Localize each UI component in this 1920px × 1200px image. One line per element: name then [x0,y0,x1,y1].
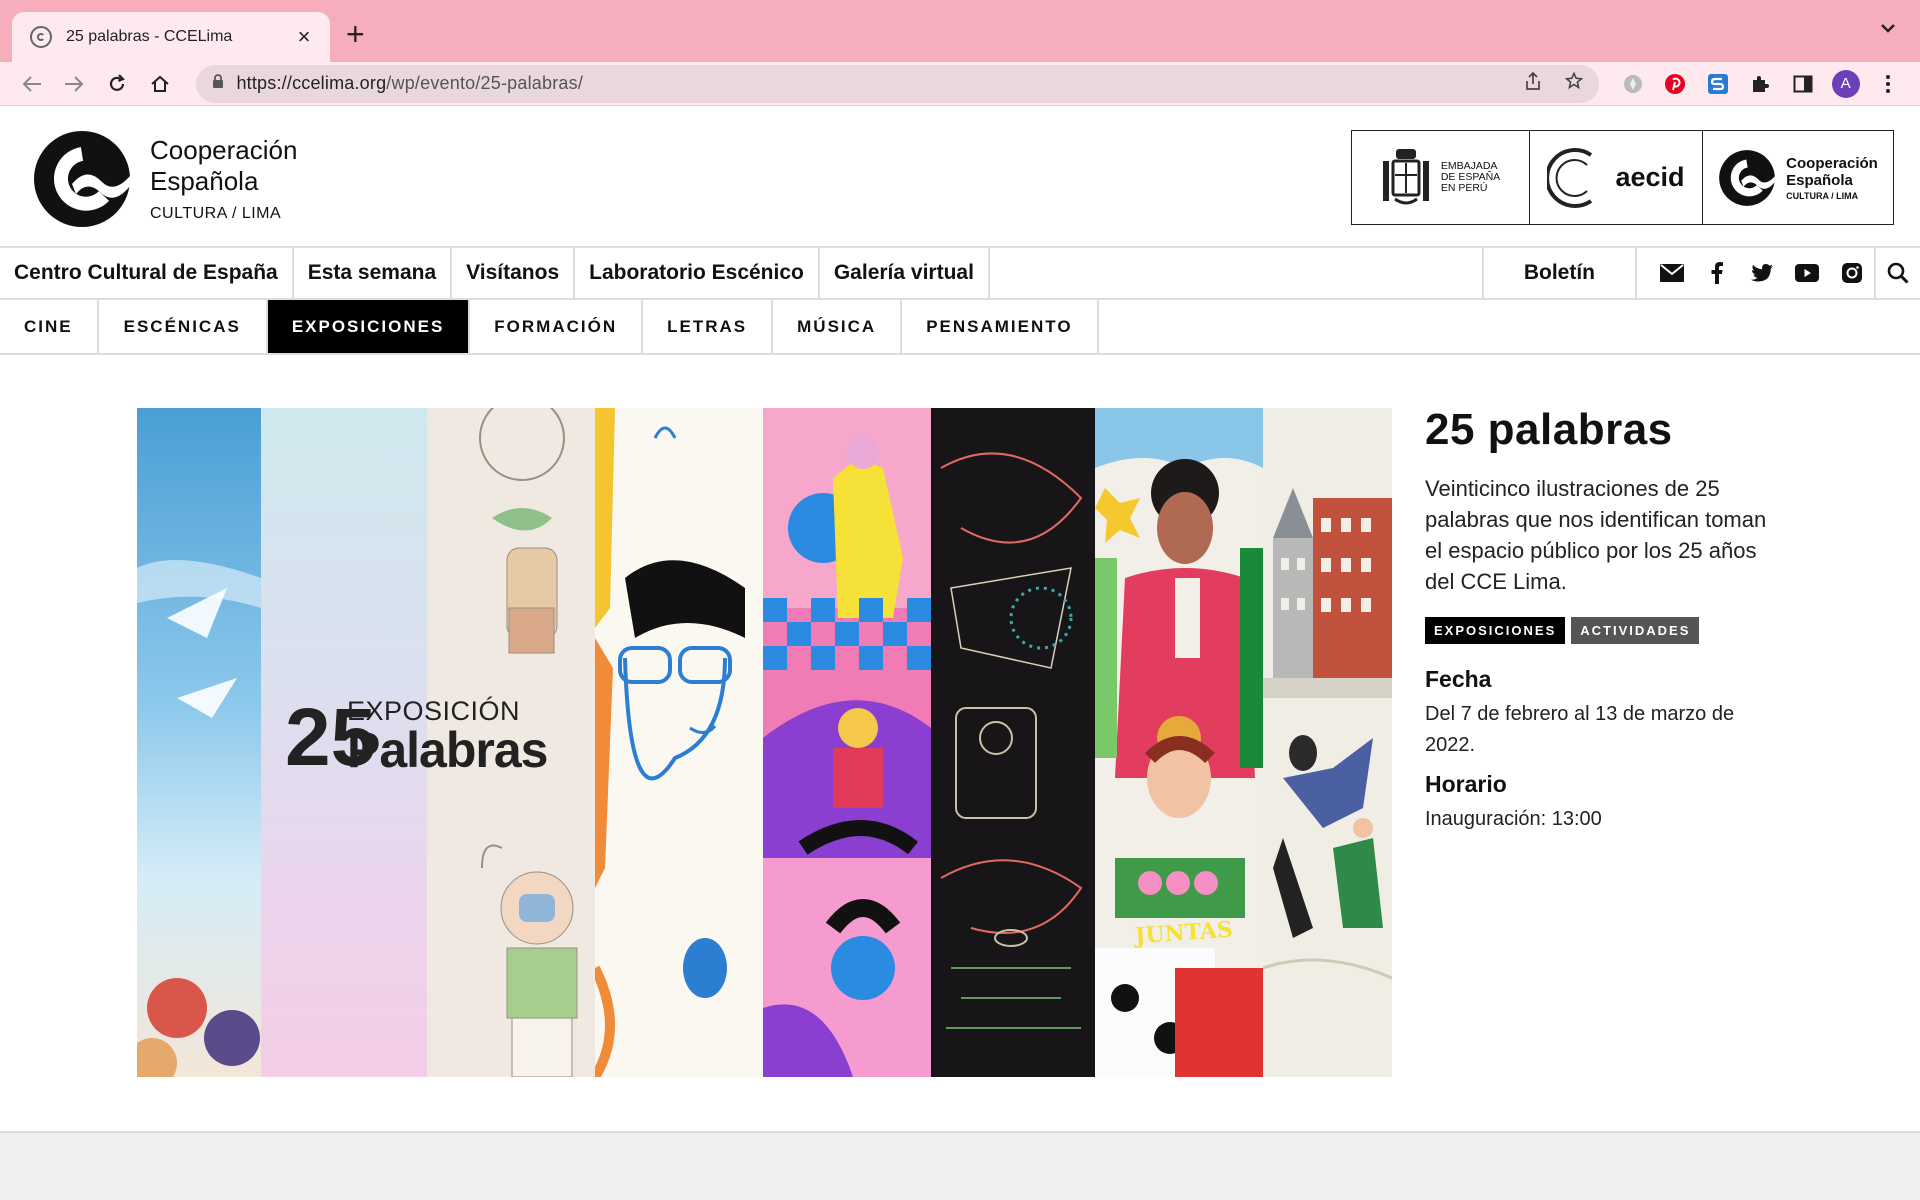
instagram-icon[interactable] [1829,247,1874,299]
social-links [1637,247,1920,299]
category-navigation: CINE ESCÉNICAS EXPOSICIONES FORMACIÓN LE… [0,300,1920,355]
illustration-sky-strip [137,408,261,1077]
logo-line2: Española [150,166,259,196]
bookmark-star-icon[interactable] [1564,71,1584,95]
extensions-puzzle-icon[interactable] [1741,64,1781,104]
twitter-icon[interactable] [1739,247,1784,299]
event-content: JUNTAS 25 EXPOSICIÓN Palabras 25 palabra… [0,355,1920,1130]
logo-line3: CULTURA / LIMA [150,205,282,222]
coop-line3: CULTURA / LIMA [1786,190,1859,201]
category-cine[interactable]: CINE [0,300,99,353]
illustration-city-strip [1263,408,1392,1077]
nav-item-visitanos[interactable]: Visítanos [452,248,576,298]
close-tab-icon[interactable]: × [292,24,316,50]
hero-line2: Palabras [347,722,548,778]
cooperacion-logo-icon [34,131,130,227]
coat-of-arms-icon [1382,148,1429,204]
aecid-c-icon [1547,147,1593,208]
nav-item-centro-cultural[interactable]: Centro Cultural de España [0,248,294,298]
event-title: 25 palabras [1425,405,1673,454]
home-icon[interactable] [140,64,180,104]
browser-tab[interactable]: 25 palabras - CCELima × [12,12,330,62]
coop-line1: Cooperación [1786,154,1878,172]
hero-number: 25 [285,692,377,783]
event-details: 25 palabras Veinticinco ilustraciones de… [1425,405,1785,835]
tab-title: 25 palabras - CCELima [66,28,233,45]
time-value: Inauguración: 13:00 [1425,808,1602,830]
profile-avatar[interactable]: A [1826,64,1866,104]
address-bar[interactable]: https://ccelima.org/wp/evento/25-palabra… [196,64,1599,103]
cooperacion-small-logo-icon [1719,149,1775,206]
event-hero-image: JUNTAS 25 EXPOSICIÓN Palabras [137,408,1392,1077]
facebook-icon[interactable] [1694,247,1739,299]
main-navigation: Centro Cultural de España Esta semana Vi… [0,246,1920,300]
event-description: Veinticinco ilustraciones de 25 palabras… [1425,476,1767,594]
nav-item-laboratorio-escenico[interactable]: Laboratorio Escénico [575,248,820,298]
embassy-logo[interactable]: EMBAJADA DE ESPAÑA EN PERÚ [1352,131,1530,224]
nav-item-esta-semana[interactable]: Esta semana [294,248,453,298]
category-escenicas[interactable]: ESCÉNICAS [99,300,268,353]
category-letras[interactable]: LETRAS [643,300,774,353]
time-heading: Horario [1425,771,1507,797]
illustration-colorful-strip [763,408,931,1077]
site-favicon-icon [30,26,52,48]
browser-toolbar: https://ccelima.org/wp/evento/25-palabra… [0,62,1920,106]
tag-exposiciones[interactable]: EXPOSICIONES [1425,617,1566,644]
category-formacion[interactable]: FORMACIÓN [470,300,644,353]
forward-icon[interactable] [55,64,95,104]
browser-menu-icon[interactable] [1868,64,1908,104]
browser-tab-bar: 25 palabras - CCELima × + [0,0,1920,62]
tag-actividades[interactable]: ACTIVIDADES [1571,617,1700,644]
logo-line1: Cooperación [150,135,298,165]
illustration-portrait-strip: JUNTAS [1095,408,1263,1077]
cooperacion-partner-logo[interactable]: Cooperación Española CULTURA / LIMA [1703,131,1893,224]
illustration-dark-strip [931,408,1095,1077]
youtube-icon[interactable] [1784,247,1829,299]
side-panel-icon[interactable] [1783,64,1823,104]
hero-title: 25 EXPOSICIÓN Palabras [285,692,548,783]
category-musica[interactable]: MÚSICA [773,300,903,353]
coop-line2: Española [1786,171,1853,189]
new-tab-icon[interactable]: + [346,16,365,53]
aecid-text: aecid [1615,162,1685,192]
partner-logos: EMBAJADA DE ESPAÑA EN PERÚ aecid Coopera… [1351,130,1894,225]
date-heading: Fecha [1425,666,1492,692]
footer-band [0,1131,1920,1200]
reload-icon[interactable] [97,64,137,104]
lock-icon [212,73,224,94]
share-icon[interactable] [1525,71,1541,95]
aecid-logo[interactable]: aecid [1530,131,1703,224]
site-logo[interactable]: Cooperación Española CULTURA / LIMA [32,124,297,234]
date-value: Del 7 de febrero al 13 de marzo de 2022. [1425,703,1735,756]
category-exposiciones[interactable]: EXPOSICIONES [267,300,471,353]
back-icon[interactable] [12,64,52,104]
illustration-face-strip [595,408,763,1077]
url-text: https://ccelima.org/wp/evento/25-palabra… [236,73,584,93]
email-icon[interactable] [1649,247,1694,299]
site-header: Cooperación Española CULTURA / LIMA EMBA… [0,106,1920,246]
search-icon[interactable] [1874,247,1920,299]
s-extension-icon[interactable] [1698,64,1738,104]
event-tags: EXPOSICIONES ACTIVIDADES [1425,617,1785,644]
nav-item-boletin[interactable]: Boletín [1484,248,1637,298]
category-pensamiento[interactable]: PENSAMIENTO [902,300,1099,353]
embassy-line3: EN PERÚ [1440,182,1488,194]
tab-search-chevron-icon[interactable] [1880,20,1896,38]
extension-grey-icon[interactable] [1613,64,1653,104]
nav-item-galeria-virtual[interactable]: Galería virtual [820,248,990,298]
pinterest-extension-icon[interactable] [1655,64,1695,104]
